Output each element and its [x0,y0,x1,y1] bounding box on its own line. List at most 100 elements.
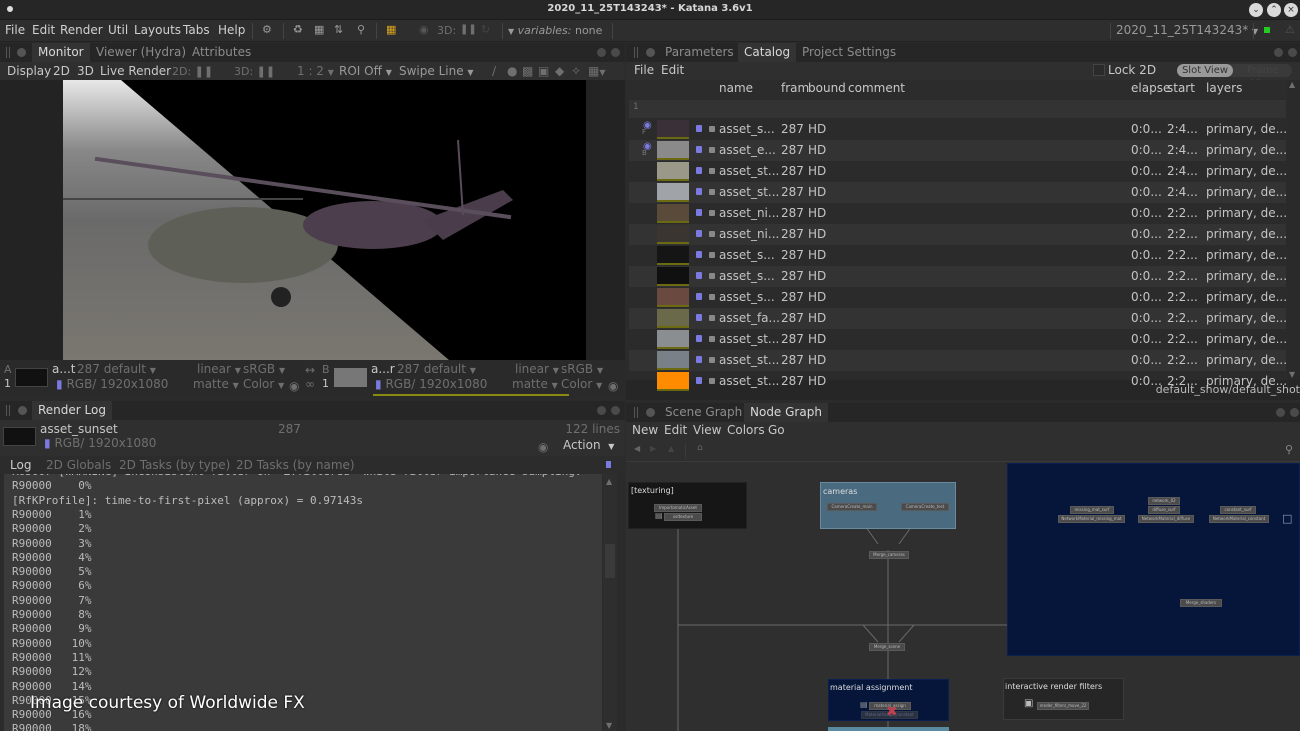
panel-pin-icon[interactable] [17,48,26,57]
catalog-thumbnail[interactable] [657,204,689,223]
project-dropdown[interactable]: 2020_11_25T143243* ▼ [1116,23,1258,37]
lock-icon[interactable] [696,272,702,279]
subtab-2d-tasks-type[interactable]: 2D Tasks (by type) [119,458,230,472]
scroll-down-icon[interactable]: ▼ [1289,370,1295,379]
pause-3d-button[interactable]: 3D: ❚❚ [234,65,275,78]
menu-edit[interactable]: Edit [32,23,55,37]
slot-a-colorspace[interactable]: linear ▼ [197,362,241,376]
menu-util[interactable]: Util [108,23,128,37]
protect-icon[interactable] [709,315,715,321]
slot-b-colorspace[interactable]: linear ▼ [515,362,559,376]
panel-maximize-icon[interactable] [1276,408,1285,417]
scroll-up-icon[interactable]: ▲ [606,477,612,486]
catalog-row[interactable]: asset_st... 287 HD 0:0... 2:4... primary, de.… [629,161,1287,182]
panel-grip[interactable] [6,405,10,416]
catalog-thumbnail[interactable] [657,183,689,202]
node-merge-shaders[interactable]: Merge_shaders [1180,599,1222,607]
ng-menu-view[interactable]: View [693,423,721,437]
protect-icon[interactable] [709,294,715,300]
lock-icon[interactable] [696,356,702,363]
tab-project-settings[interactable]: Project Settings [796,43,902,62]
scroll-up-icon[interactable]: ▲ [1289,80,1295,89]
warning-icon[interactable]: ⚠ [1285,23,1295,36]
variables-dropdown[interactable]: ▼ variables: none [508,24,602,37]
swipe-dropdown[interactable]: Swipe Line ▼ [399,64,474,78]
node-diffuse-surf[interactable]: diffuse_surf [1148,506,1180,514]
catalog-thumbnail[interactable] [657,309,689,328]
refresh-icon[interactable]: ↻ [481,23,490,36]
panel-close-icon[interactable] [1290,408,1299,417]
menu-tabs[interactable]: Tabs [183,23,210,37]
catalog-thumbnail[interactable] [657,246,689,265]
col-start[interactable]: start [1167,81,1195,95]
pause-3d-icon[interactable]: ❚❚ [460,24,477,35]
panel-close-icon[interactable] [611,48,620,57]
layers-icon[interactable]: ▩ [522,64,533,78]
protect-icon[interactable] [709,357,715,363]
pen-icon[interactable]: ∕ [492,64,496,78]
catalog-scrollbar[interactable]: ▲ ▼ [1287,80,1300,380]
slot-a-alpha[interactable]: matte ▼ [193,377,239,391]
target-icon[interactable]: ✧ [571,64,581,78]
panel-grip[interactable] [634,47,638,58]
lock-icon[interactable] [696,188,702,195]
panel-pin-icon[interactable] [646,408,655,417]
catalog-menu-edit[interactable]: Edit [661,63,684,77]
catalog-thumbnail[interactable] [657,330,689,349]
panel-maximize-icon[interactable] [597,48,606,57]
render-sync-icon[interactable]: ◉ [538,440,548,454]
node-graph-canvas[interactable]: [texturing] ImportomaticAsset osltexture… [626,462,1300,731]
panel-close-icon[interactable] [1288,48,1297,57]
catalog-row[interactable]: asset_st... 287 HD 0:0... 2:2... primary, de.… [629,371,1287,392]
display-menu[interactable]: Display [7,64,51,78]
tab-node-graph[interactable]: Node Graph [744,403,828,422]
maximize-button[interactable]: ⌃ [1267,3,1281,17]
subtab-2d-globals[interactable]: 2D Globals [46,458,111,472]
tab-parameters[interactable]: Parameters [659,43,740,62]
catalog-thumbnail[interactable] [657,372,689,391]
slot-b-display[interactable]: sRGB ▼ [561,362,603,376]
monitor-viewport[interactable] [0,80,625,360]
catalog-row[interactable]: asset_s... 287 HD 0:0... 2:2... primary, de..… [629,245,1287,266]
catalog-thumbnail[interactable] [657,288,689,307]
key-icon[interactable]: ⚲ [357,23,365,36]
clapper-icon[interactable]: ▦ [314,23,324,36]
panel-grip[interactable] [6,47,10,58]
panel-pin-icon[interactable] [18,406,27,415]
slot-b-thumbnail[interactable] [334,368,367,387]
node-missing-mat-surf[interactable]: missing_mat_surf [1070,506,1114,514]
lock-icon[interactable] [696,335,702,342]
tab-catalog[interactable]: Catalog [738,43,797,62]
menu-layouts[interactable]: Layouts [134,23,181,37]
lock-icon[interactable] [696,377,702,384]
slot-b-sync-icon[interactable]: ◉ [608,379,618,393]
panel-grip[interactable] [634,407,638,418]
render-clapper-icon[interactable]: ▦ [386,23,396,36]
lock-icon[interactable] [696,125,702,132]
lock-icon[interactable] [696,314,702,321]
panel-pin-icon[interactable] [646,48,655,57]
pause-2d-button[interactable]: 2D: ❚❚ [172,65,213,78]
col-elapsed[interactable]: elapse [1131,81,1170,95]
protect-icon[interactable] [709,210,715,216]
tab-render-log[interactable]: Render Log [32,401,112,420]
slot-view-option[interactable]: Slot View [1177,64,1233,77]
catalog-thumbnail[interactable] [657,267,689,286]
node-render-filters[interactable]: render_filters_move_22 [1037,702,1089,710]
panel-maximize-icon[interactable] [1274,48,1283,57]
swap-ab-icon[interactable]: ↔ [305,363,315,377]
search-icon[interactable]: ⚲ [1285,443,1293,456]
protect-icon[interactable] [709,231,715,237]
up-icon[interactable]: ▲ [668,444,674,453]
subtab-2d-tasks-name[interactable]: 2D Tasks (by name) [236,458,355,472]
protect-icon[interactable] [709,336,715,342]
mode-2d-button[interactable]: 2D [53,64,70,78]
scroll-thumb[interactable] [605,544,615,578]
group-cameras[interactable]: cameras CameraCreate_main CameraCreate_t… [820,482,956,529]
ng-menu-colors[interactable]: Colors [727,423,765,437]
catalog-row[interactable]: asset_s... 287 HD 0:0... 2:2... primary, de..… [629,287,1287,308]
catalog-thumbnail[interactable] [657,351,689,370]
slot-b-alpha[interactable]: matte ▼ [512,377,558,391]
catalog-group-header[interactable]: 1 [629,100,1286,118]
catalog-menu-file[interactable]: File [634,63,654,77]
